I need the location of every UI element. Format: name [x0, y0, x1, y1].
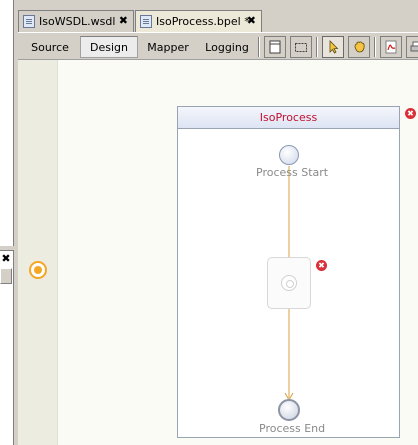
tab-close-icon[interactable]: ✖: [247, 14, 256, 27]
print-button[interactable]: [406, 36, 418, 58]
view-label: Logging: [205, 40, 249, 54]
left-panel-scroll-up-button[interactable]: [0, 268, 12, 284]
process-anchor-point[interactable]: [29, 261, 47, 279]
hand-tool-button[interactable]: [348, 36, 370, 58]
view-label: Source: [31, 40, 69, 54]
process-start-node[interactable]: [279, 145, 299, 165]
cursor-icon: [329, 40, 339, 54]
panel-icon: [269, 40, 281, 54]
design-view-button[interactable]: Design: [80, 36, 138, 58]
view-label: Design: [90, 40, 128, 54]
mapper-view-button[interactable]: Mapper: [142, 36, 194, 58]
printer-icon: [410, 41, 418, 52]
tab-isoprocess[interactable]: IsoProcess.bpel * ✖: [135, 10, 262, 32]
tab-close-icon[interactable]: ✖: [119, 14, 128, 27]
marquee-icon: [295, 43, 307, 52]
pdf-icon: [385, 40, 397, 54]
toggle-navigator-button[interactable]: [264, 36, 286, 58]
toolbar-separator: [316, 37, 318, 57]
marquee-select-button[interactable]: [290, 36, 312, 58]
editor-tab-bar: IsoWSDL.wsdl ✖ IsoProcess.bpel * ✖: [18, 10, 418, 32]
export-pdf-button[interactable]: [380, 36, 402, 58]
toolbar-separator: [374, 37, 376, 57]
tab-isowsdl[interactable]: IsoWSDL.wsdl ✖: [18, 10, 134, 32]
toolbar-separator: [258, 37, 260, 57]
error-icon[interactable]: ✖: [316, 260, 327, 271]
error-icon[interactable]: ✖: [405, 108, 416, 119]
logging-view-button[interactable]: Logging: [200, 36, 254, 58]
process-name: IsoProcess: [259, 111, 318, 124]
left-panel-top: [0, 0, 14, 246]
drop-target-icon: [281, 275, 297, 291]
tab-label: IsoWSDL.wsdl: [39, 15, 116, 28]
canvas-gutter: [18, 60, 58, 445]
bpel-file-icon: [140, 15, 152, 28]
process-end-label: Process End: [259, 422, 326, 435]
left-panel-close-button[interactable]: ✖: [0, 252, 12, 266]
process-title[interactable]: IsoProcess: [178, 107, 399, 129]
wsdl-file-icon: [23, 15, 35, 28]
source-view-button[interactable]: Source: [24, 36, 76, 58]
select-tool-button[interactable]: [322, 36, 344, 58]
tab-label: IsoProcess.bpel *: [156, 15, 250, 28]
process-start-label: Process Start: [256, 166, 329, 179]
editor-toolbar: Source Design Mapper Logging: [18, 32, 418, 60]
view-label: Mapper: [147, 40, 189, 54]
process-end-node[interactable]: [278, 399, 300, 421]
hand-icon: [354, 41, 365, 53]
